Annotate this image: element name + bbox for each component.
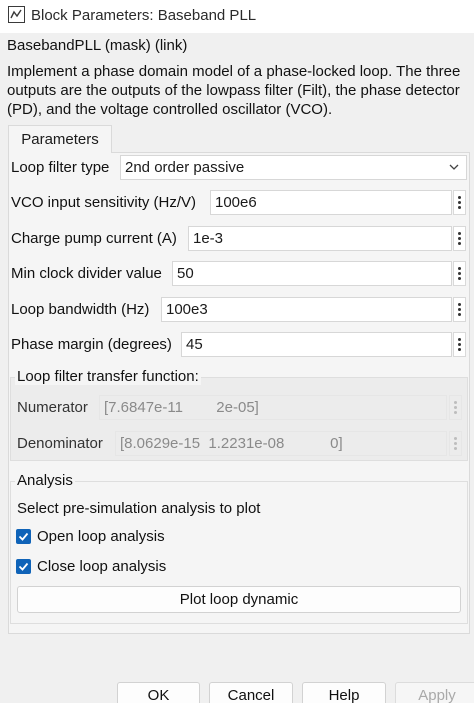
loop-filter-type-label: Loop filter type [11, 159, 110, 176]
mask-title: BasebandPLL (mask) (link) [7, 37, 188, 54]
denominator-field: [8.0629e-15 1.2231e-08 0] [115, 431, 447, 456]
tab-parameters[interactable]: Parameters [8, 125, 112, 153]
block-description: Implement a phase domain model of a phas… [7, 63, 461, 118]
transfer-function-title: Loop filter transfer function: [15, 368, 201, 385]
window-title: Block Parameters: Baseband PLL [31, 7, 257, 24]
simulink-block-icon [8, 6, 25, 23]
loop-bandwidth-menu-icon[interactable] [453, 297, 466, 322]
checkmark-icon [18, 562, 29, 571]
charge-pump-current-field[interactable]: 1e-3 [188, 226, 452, 251]
vco-sensitivity-field[interactable]: 100e6 [210, 190, 452, 215]
title-bar: Block Parameters: Baseband PLL [0, 0, 474, 33]
min-clock-divider-label: Min clock divider value [11, 265, 162, 282]
apply-button[interactable]: Apply [395, 682, 474, 703]
loop-filter-type-dropdown[interactable]: 2nd order passive [120, 155, 467, 180]
numerator-menu-icon [449, 395, 462, 420]
numerator-label: Numerator [17, 399, 88, 416]
open-loop-label[interactable]: Open loop analysis [37, 528, 165, 545]
loop-bandwidth-field[interactable]: 100e3 [161, 297, 452, 322]
numerator-field: [7.6847e-11 2e-05] [99, 395, 447, 420]
min-clock-divider-menu-icon[interactable] [453, 261, 466, 286]
loop-bandwidth-label: Loop bandwidth (Hz) [11, 301, 150, 318]
checkmark-icon [18, 532, 29, 541]
charge-pump-current-menu-icon[interactable] [453, 226, 466, 251]
help-button[interactable]: Help [302, 682, 386, 703]
denominator-label: Denominator [17, 435, 103, 452]
min-clock-divider-field[interactable]: 50 [172, 261, 452, 286]
charge-pump-current-label: Charge pump current (A) [11, 230, 177, 247]
denominator-menu-icon [449, 431, 462, 456]
chevron-down-icon [449, 164, 459, 170]
phase-margin-field[interactable]: 45 [181, 332, 452, 357]
close-loop-label[interactable]: Close loop analysis [37, 558, 166, 575]
vco-sensitivity-label: VCO input sensitivity (Hz/V) [11, 194, 197, 211]
phase-margin-menu-icon[interactable] [453, 332, 466, 357]
analysis-prompt: Select pre-simulation analysis to plot [17, 500, 261, 517]
analysis-title: Analysis [15, 472, 75, 489]
vco-sensitivity-menu-icon[interactable] [453, 190, 466, 215]
plot-loop-dynamic-button[interactable]: Plot loop dynamic [17, 586, 461, 613]
loop-filter-type-value: 2nd order passive [125, 159, 245, 176]
open-loop-checkbox[interactable] [16, 529, 31, 544]
cancel-button[interactable]: Cancel [209, 682, 293, 703]
phase-margin-label: Phase margin (degrees) [11, 336, 172, 353]
close-loop-checkbox[interactable] [16, 559, 31, 574]
ok-button[interactable]: OK [117, 682, 200, 703]
